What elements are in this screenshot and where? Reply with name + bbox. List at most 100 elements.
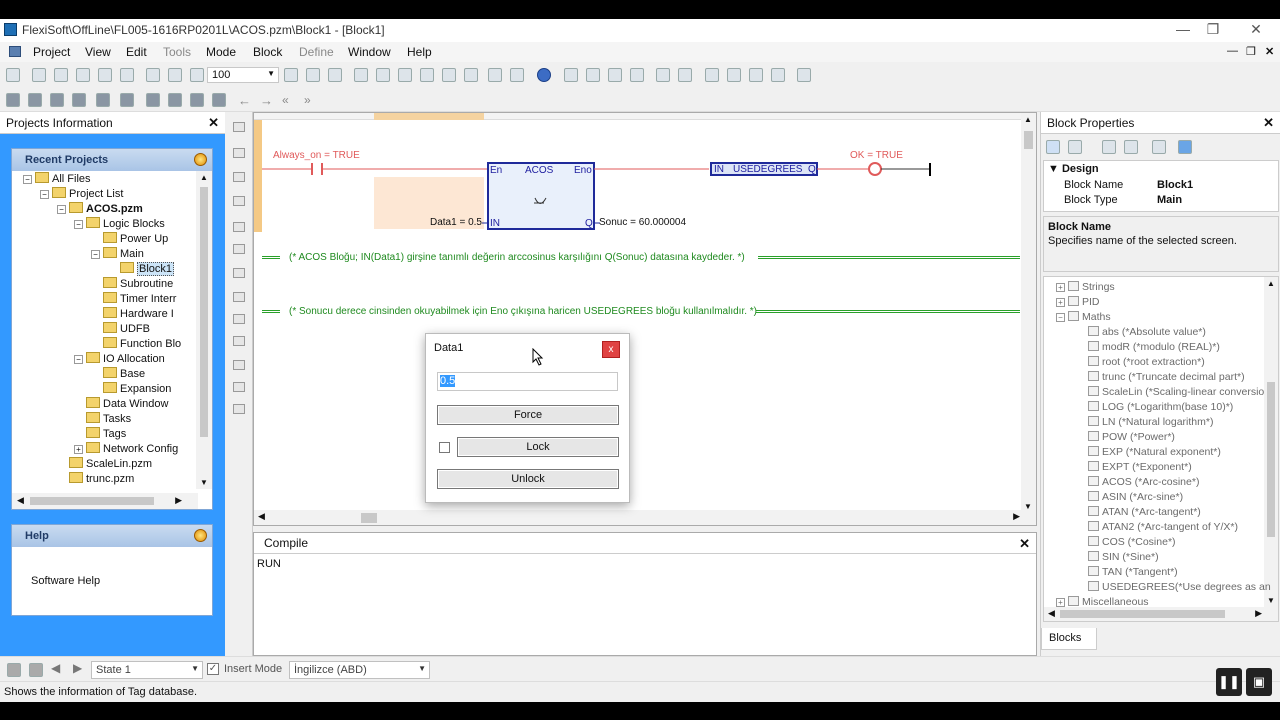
refresh-icon[interactable] xyxy=(190,93,204,107)
open-icon[interactable] xyxy=(32,68,46,82)
zoom-in-icon[interactable] xyxy=(168,68,182,82)
cut-icon[interactable] xyxy=(564,68,578,82)
edit-icon[interactable] xyxy=(72,93,86,107)
minimize-icon[interactable]: — xyxy=(1168,21,1198,37)
block-library-item[interactable]: − Maths xyxy=(1056,311,1111,323)
chevron-left-icon[interactable]: ◀ xyxy=(1048,608,1055,619)
restore-icon[interactable]: ❐ xyxy=(1198,21,1228,38)
prev-icon[interactable]: ◀ xyxy=(51,661,60,675)
settings-icon[interactable] xyxy=(328,68,342,82)
block-library-item[interactable]: LN (*Natural logarithm*) xyxy=(1088,416,1213,428)
delete-icon[interactable] xyxy=(50,93,64,107)
block-library-item[interactable]: ASIN (*Arc-sine*) xyxy=(1088,491,1183,503)
block-library-item[interactable]: root (*root extraction*) xyxy=(1088,356,1205,368)
zoom-out-icon[interactable] xyxy=(190,68,204,82)
tree-item[interactable]: Power Up xyxy=(91,232,168,247)
recent-projects-header[interactable]: Recent Projects xyxy=(12,149,212,171)
block-library-item[interactable]: EXPT (*Exponent*) xyxy=(1088,461,1192,473)
jump-tool-icon[interactable] xyxy=(233,314,245,324)
tree-item[interactable]: Data Window xyxy=(74,397,168,412)
chevron-left-icon[interactable]: ◀ xyxy=(17,495,24,506)
wrench-icon[interactable] xyxy=(168,93,182,107)
monitor-icon[interactable] xyxy=(420,68,434,82)
design-section[interactable]: ▼ Design xyxy=(1048,163,1099,175)
tree-item[interactable]: Tags xyxy=(74,427,126,442)
collapse-icon[interactable]: − xyxy=(40,190,49,199)
tree-item[interactable]: − Logic Blocks xyxy=(74,217,165,232)
block-library-item[interactable]: modR (*modulo (REAL)*) xyxy=(1088,341,1220,353)
menu-project[interactable]: Project xyxy=(33,45,70,59)
paste-icon[interactable] xyxy=(608,68,622,82)
chevron-right-icon[interactable]: ▶ xyxy=(175,495,182,506)
print-icon[interactable] xyxy=(120,68,134,82)
save-icon[interactable] xyxy=(54,68,68,82)
io-icon[interactable] xyxy=(442,68,456,82)
block-library-item[interactable]: abs (*Absolute value*) xyxy=(1088,326,1206,338)
arrow-right-icon[interactable]: → xyxy=(260,93,274,108)
chevron-right-icon[interactable]: ▶ xyxy=(1255,608,1262,619)
mdi-close-icon[interactable]: ✕ xyxy=(1265,45,1274,58)
contact-tool-icon[interactable] xyxy=(233,122,245,132)
input-value-label[interactable]: Data1 = 0.5 xyxy=(430,217,482,228)
align-icon[interactable] xyxy=(705,68,719,82)
expand-icon[interactable]: + xyxy=(1056,598,1065,607)
tree-item[interactable]: − Project List xyxy=(40,187,123,202)
block-library-item[interactable]: trunc (*Truncate decimal part*) xyxy=(1088,371,1245,383)
target-icon[interactable] xyxy=(510,68,524,82)
block-type-value[interactable]: Main xyxy=(1157,194,1182,206)
collapse-icon[interactable]: − xyxy=(74,220,83,229)
chevron-up-icon[interactable]: ▲ xyxy=(1024,115,1032,124)
force-button[interactable]: Force xyxy=(437,405,619,425)
scroll-thumb[interactable] xyxy=(200,187,208,437)
redo-icon[interactable] xyxy=(678,68,692,82)
block-library-item[interactable]: ATAN2 (*Arc-tangent of Y/X*) xyxy=(1088,521,1238,533)
chevron-up-icon[interactable]: ▲ xyxy=(1267,279,1275,288)
close-icon[interactable]: ✕ xyxy=(1263,115,1274,131)
comment-1[interactable]: (* ACOS Bloğu; IN(Data1) girşine tanımlı… xyxy=(289,252,745,263)
block-name-value[interactable]: Block1 xyxy=(1157,179,1193,191)
arrow-left-icon[interactable]: ← xyxy=(238,93,252,108)
close-icon[interactable]: ✕ xyxy=(1019,536,1030,552)
close-icon[interactable]: ✕ xyxy=(1241,21,1271,38)
scroll-thumb[interactable] xyxy=(1060,610,1225,618)
chevron-right-icon[interactable]: ▶ xyxy=(1013,511,1020,522)
tool-icon[interactable] xyxy=(146,93,160,107)
tree-item[interactable]: Hardware I xyxy=(91,307,174,322)
hline-tool-icon[interactable] xyxy=(233,382,245,392)
unlock-button[interactable]: Unlock xyxy=(437,469,619,489)
tree-item[interactable]: ScaleLin.pzm xyxy=(57,457,152,472)
lock-button[interactable]: Lock xyxy=(457,437,619,457)
scroll-thumb[interactable] xyxy=(1267,382,1275,537)
expand-icon[interactable]: + xyxy=(1056,283,1065,292)
run-icon[interactable] xyxy=(354,68,368,82)
grid-icon[interactable] xyxy=(306,68,320,82)
dialog-close-button[interactable]: x xyxy=(602,341,620,358)
menu-tools[interactable]: Tools xyxy=(163,45,191,59)
close-icon[interactable]: ✕ xyxy=(208,115,219,131)
menu-mode[interactable]: Mode xyxy=(206,45,236,59)
block-library-item[interactable]: + PID xyxy=(1056,296,1100,308)
output-value-label[interactable]: Sonuc = 60.000004 xyxy=(599,217,686,228)
collapse-icon[interactable]: − xyxy=(23,175,32,184)
blocks-vscroll[interactable]: ▲ ▼ xyxy=(1264,277,1278,621)
add-icon[interactable] xyxy=(1178,140,1192,154)
coil-tool-icon[interactable] xyxy=(233,196,245,206)
collapse-icon[interactable]: − xyxy=(91,250,100,259)
picture-icon[interactable]: ▣ xyxy=(1246,668,1272,696)
last-icon[interactable]: » xyxy=(304,93,318,107)
mdi-minimize-icon[interactable]: — xyxy=(1227,45,1238,57)
select-icon[interactable] xyxy=(630,68,644,82)
block-library-item[interactable]: COS (*Cosine*) xyxy=(1088,536,1176,548)
block-library-item[interactable]: USEDEGREES(*Use degrees as an xyxy=(1088,581,1271,593)
columns-icon[interactable] xyxy=(771,68,785,82)
ladder-editor[interactable]: Always_on = TRUE En ACOS Eno IN Q Data1 … xyxy=(253,112,1037,526)
pause-icon[interactable]: ❚❚ xyxy=(1216,668,1242,696)
tree-item[interactable]: Timer Interr xyxy=(91,292,176,307)
export-icon[interactable] xyxy=(146,68,160,82)
scroll-thumb[interactable] xyxy=(1024,131,1033,149)
collapse-icon[interactable] xyxy=(194,153,207,166)
tree-item[interactable]: Function Blo xyxy=(91,337,181,352)
block-library-item[interactable]: TAN (*Tangent*) xyxy=(1088,566,1178,578)
expand-icon[interactable]: + xyxy=(74,445,83,454)
compile-icon[interactable] xyxy=(797,68,811,82)
